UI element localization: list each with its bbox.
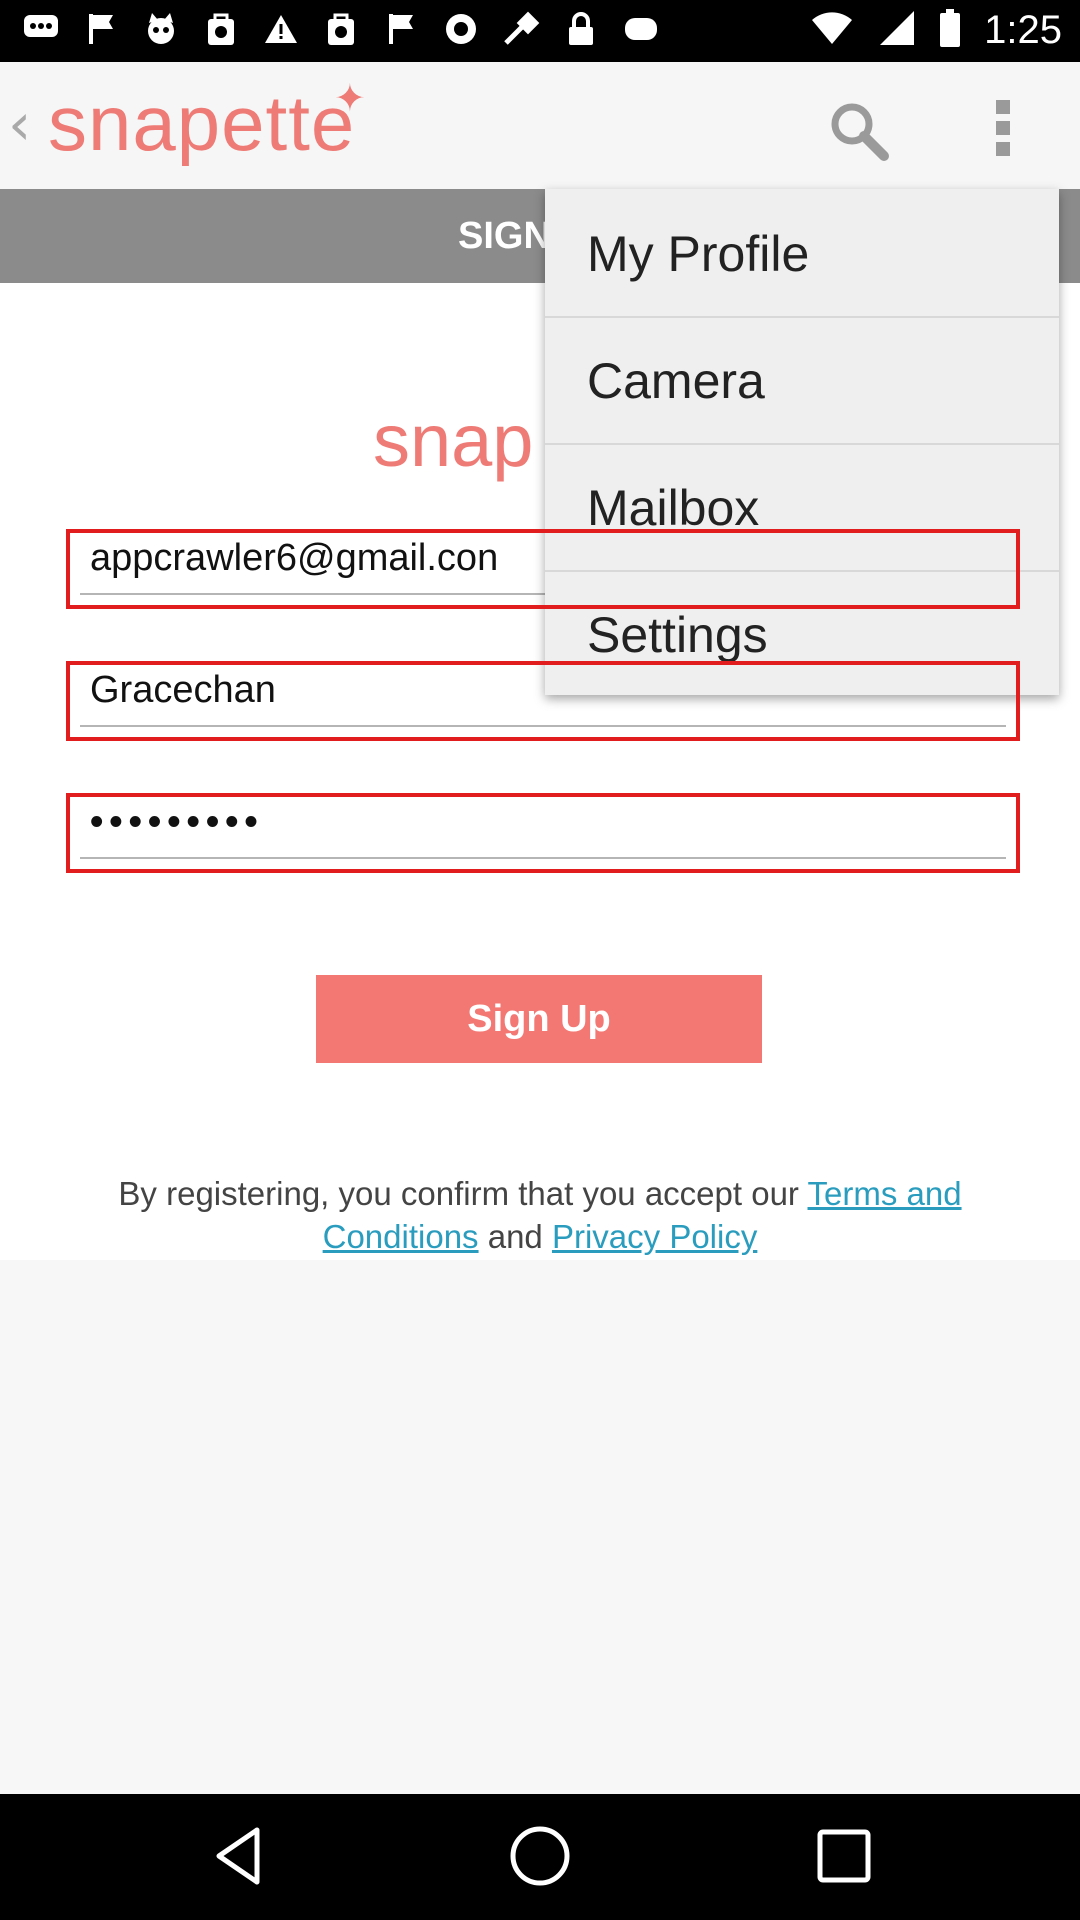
legal-mid: and: [478, 1218, 552, 1255]
menu-item-mailbox[interactable]: Mailbox: [545, 443, 1059, 572]
cat-bag-icon: [322, 10, 360, 48]
back-icon[interactable]: [207, 1824, 271, 1888]
menu-item-label: Settings: [587, 607, 768, 663]
sparkle-icon: ✦: [334, 76, 366, 120]
legal-prefix: By registering, you confirm that you acc…: [118, 1175, 808, 1212]
cat-icon: [142, 10, 180, 48]
legal-text: By registering, you confirm that you acc…: [60, 1172, 1020, 1258]
privacy-link[interactable]: Privacy Policy: [552, 1218, 757, 1255]
search-icon[interactable]: [826, 98, 890, 162]
recents-icon[interactable]: [812, 1824, 876, 1888]
sign-up-button[interactable]: Sign Up: [316, 975, 762, 1063]
home-icon[interactable]: [508, 1824, 572, 1888]
flag-icon: [82, 10, 120, 48]
password-value: •••••••••: [90, 801, 264, 843]
cloud-icon: [622, 10, 660, 48]
battery-icon: [938, 8, 962, 53]
fake-gps-icon: [502, 10, 540, 48]
cat-bag-icon: [202, 10, 240, 48]
form-logo: snap: [373, 399, 534, 482]
app-logo: snapette: [48, 79, 356, 167]
chat-bubble-icon: [22, 10, 60, 48]
info-icon: [442, 10, 480, 48]
lock-icon: [562, 10, 600, 48]
signal-icon: [876, 9, 916, 52]
menu-item-settings[interactable]: Settings: [545, 570, 1059, 695]
warning-icon: [262, 10, 300, 48]
tab-sign-up[interactable]: SIGN: [458, 215, 551, 258]
nav-bar: [0, 1794, 1080, 1920]
menu-item-label: Mailbox: [587, 480, 760, 536]
back-chevron-icon[interactable]: ‹: [8, 90, 31, 158]
flag-icon: [382, 10, 420, 48]
menu-item-camera[interactable]: Camera: [545, 316, 1059, 445]
clock: 1:25: [984, 8, 1062, 52]
menu-item-label: Camera: [587, 353, 765, 409]
password-field[interactable]: •••••••••: [66, 793, 1020, 873]
overflow-menu: My Profile Camera Mailbox Settings: [545, 189, 1059, 695]
wifi-icon: [810, 10, 854, 51]
menu-item-my-profile[interactable]: My Profile: [545, 189, 1059, 318]
more-vert-icon[interactable]: [982, 96, 1026, 160]
app-bar: ‹ snapette ✦: [0, 62, 1080, 190]
status-bar: 1:25: [0, 0, 1080, 62]
menu-item-label: My Profile: [587, 226, 810, 282]
